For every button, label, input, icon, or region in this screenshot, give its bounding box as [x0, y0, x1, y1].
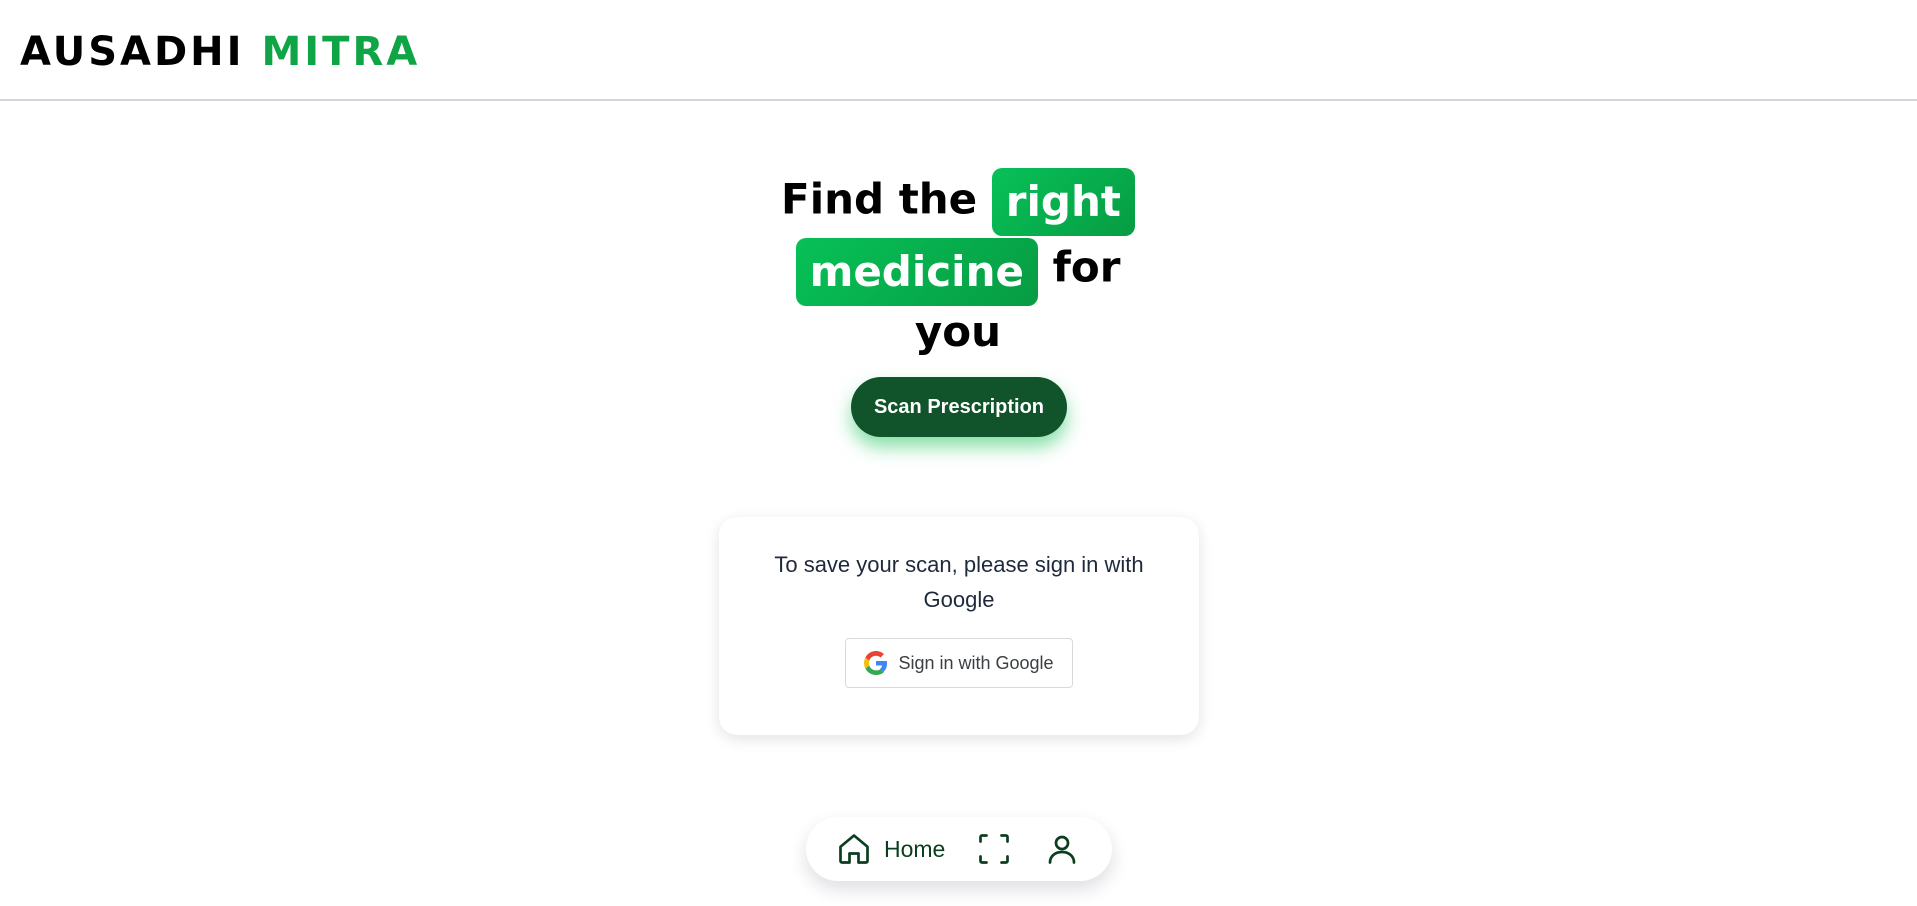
nav-item-profile[interactable]: [1044, 831, 1080, 872]
signin-message: To save your scan, please sign in with G…: [774, 552, 1144, 612]
nav-item-home[interactable]: Home: [836, 829, 945, 869]
page: AUSADHI MITRA Find the right medicine fo…: [0, 0, 1917, 906]
hero-suffix: you: [914, 307, 1002, 356]
top-header: AUSADHI MITRA: [0, 0, 1917, 101]
nav-item-scan[interactable]: [976, 831, 1012, 872]
scan-prescription-button[interactable]: Scan Prescription: [851, 377, 1067, 437]
app-logo[interactable]: AUSADHI MITRA: [20, 28, 420, 76]
logo-part-ausadhi: AUSADHI: [20, 29, 245, 75]
hero-prefix: Find the: [781, 174, 978, 224]
hero-line-3: you: [758, 304, 1158, 360]
hero-highlight-medicine: medicine: [795, 238, 1038, 306]
bottom-navigation: Home: [806, 817, 1112, 881]
hero-heading: Find the right medicine for you: [758, 168, 1158, 360]
hero-highlight-right: right: [991, 168, 1135, 236]
scan-frame-icon: [979, 834, 1009, 864]
google-signin-label: Sign in with Google: [898, 652, 1054, 673]
nav-home-label: Home: [884, 835, 946, 862]
hero-line-2: medicine for: [758, 236, 1158, 306]
google-icon: [864, 651, 888, 675]
google-signin-button[interactable]: Sign in with Google: [845, 638, 1073, 688]
hero-middle: for: [1052, 242, 1121, 292]
home-icon: [839, 834, 869, 864]
user-icon: [1048, 835, 1076, 864]
logo-part-mitra: MITRA: [261, 29, 421, 75]
signin-card: To save your scan, please sign in with G…: [719, 517, 1199, 735]
hero-line-1: Find the right: [758, 168, 1158, 236]
